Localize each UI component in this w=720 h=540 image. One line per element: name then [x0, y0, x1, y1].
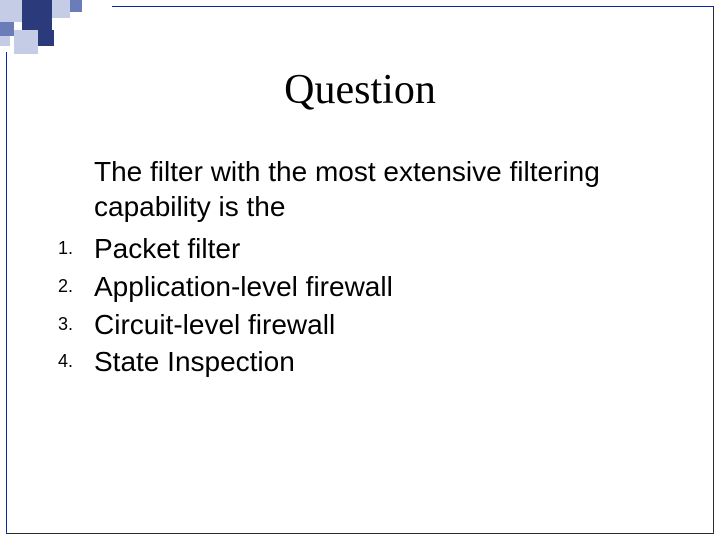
option-text: Application-level firewall	[94, 268, 674, 306]
list-item: 3. Circuit-level firewall	[46, 306, 674, 344]
option-text: State Inspection	[94, 343, 674, 381]
slide-title: Question	[46, 66, 674, 114]
option-number: 3.	[46, 306, 94, 344]
option-text: Packet filter	[94, 230, 674, 268]
slide-content: Question The filter with the most extens…	[6, 6, 714, 534]
list-item: 4. State Inspection	[46, 343, 674, 381]
option-number: 2.	[46, 268, 94, 306]
option-text: Circuit-level firewall	[94, 306, 674, 344]
option-number: 1.	[46, 230, 94, 268]
question-text: The filter with the most extensive filte…	[94, 154, 674, 224]
option-number: 4.	[46, 343, 94, 381]
list-item: 1. Packet filter	[46, 230, 674, 268]
options-list: 1. Packet filter 2. Application-level fi…	[46, 230, 674, 381]
list-item: 2. Application-level firewall	[46, 268, 674, 306]
